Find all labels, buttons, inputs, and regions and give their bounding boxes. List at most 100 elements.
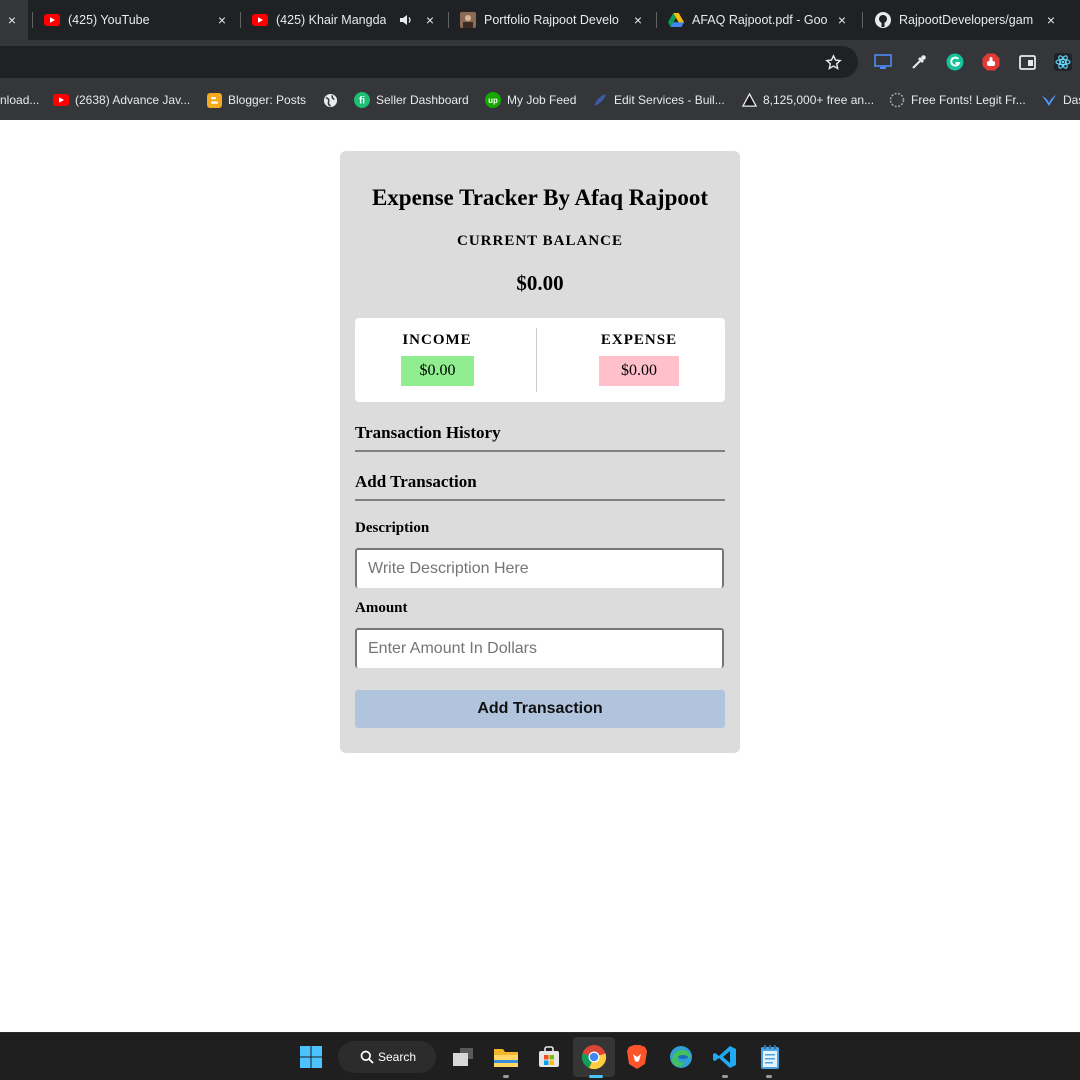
speaker-icon[interactable] — [398, 12, 414, 28]
edge-icon[interactable] — [666, 1042, 696, 1072]
tab-title: (425) YouTube — [68, 13, 150, 27]
bookmark-label: nload... — [0, 93, 40, 107]
bookmark-free-fonts[interactable]: Free Fonts! Legit Fr... — [889, 80, 1026, 120]
income-expense-divider — [536, 328, 537, 392]
bookmark-download[interactable]: nload... — [0, 80, 39, 120]
address-bar[interactable] — [0, 46, 858, 78]
expense-label: EXPENSE — [600, 332, 678, 348]
income-label: INCOME — [402, 332, 472, 348]
globe-icon — [322, 92, 338, 108]
bookmark-seller-dashboard[interactable]: fi Seller Dashboard — [354, 80, 469, 120]
notepad-icon[interactable] — [755, 1042, 785, 1072]
bookmark-blogger[interactable]: Blogger: Posts — [206, 80, 306, 120]
tab-github[interactable]: RajpootDevelopers/gam × — [875, 0, 1059, 40]
add-transaction-heading: Add Transaction — [355, 472, 725, 501]
close-icon[interactable]: × — [630, 12, 646, 28]
google-drive-icon — [668, 12, 684, 28]
close-icon[interactable]: × — [422, 12, 438, 28]
tab-separator — [240, 12, 241, 28]
tab-title: Portfolio Rajpoot Develo — [484, 13, 619, 27]
bookmark-globe[interactable] — [322, 80, 344, 120]
taskbar-search[interactable]: Search — [338, 1041, 436, 1073]
bookmark-label: Blogger: Posts — [228, 93, 307, 107]
close-icon[interactable]: × — [1043, 12, 1059, 28]
description-label: Description — [355, 520, 430, 536]
tab-title: (425) Khair Mangda | — [276, 13, 386, 27]
bookmarks-bar: nload... (2638) Advance Jav... Blogger: … — [0, 80, 1080, 120]
bookmark-edit-services[interactable]: Edit Services - Buil... — [592, 80, 725, 120]
file-explorer-icon[interactable] — [491, 1042, 521, 1072]
tab-youtube[interactable]: (425) YouTube × — [44, 0, 230, 40]
react-devtools-icon[interactable] — [1054, 53, 1072, 71]
tab-separator — [448, 12, 449, 28]
expense-value: $0.00 — [599, 356, 679, 386]
active-indicator — [589, 1075, 603, 1078]
search-label: Search — [378, 1050, 417, 1064]
bookmark-label: My Job Feed — [507, 93, 577, 107]
bookmark-job-feed[interactable]: up My Job Feed — [485, 80, 576, 120]
freepik-icon — [741, 92, 757, 108]
running-indicator — [722, 1075, 728, 1078]
svg-text:up: up — [488, 96, 498, 105]
blogger-icon — [206, 92, 222, 108]
fontspace-icon — [889, 92, 905, 108]
bookmark-label: Das — [1063, 93, 1080, 107]
tab-separator — [862, 12, 863, 28]
windows-taskbar: Search — [0, 1032, 1080, 1080]
add-transaction-button[interactable]: Add Transaction — [355, 690, 725, 728]
close-icon[interactable]: × — [834, 12, 850, 28]
microsoft-store-icon[interactable] — [534, 1042, 564, 1072]
github-icon — [875, 12, 891, 28]
bookmark-label: Free Fonts! Legit Fr... — [911, 93, 1026, 107]
income-value: $0.00 — [401, 356, 474, 386]
bookmark-star-icon[interactable] — [824, 53, 842, 71]
close-icon[interactable]: × — [214, 12, 230, 28]
search-icon — [360, 1050, 374, 1067]
bookmark-advance-java[interactable]: (2638) Advance Jav... — [53, 80, 190, 120]
description-input[interactable] — [355, 548, 724, 588]
youtube-icon — [252, 12, 268, 28]
tab-separator — [32, 12, 33, 28]
chrome-icon[interactable] — [579, 1042, 609, 1072]
brave-icon[interactable] — [622, 1042, 652, 1072]
browser-tab-strip: × (425) YouTube × (425) Khair Mangda | ×… — [0, 0, 1080, 40]
running-indicator — [503, 1075, 509, 1078]
bookmark-freepik[interactable]: 8,125,000+ free an... — [741, 80, 874, 120]
app-title: Expense Tracker By Afaq Rajpoot — [371, 185, 709, 210]
portrait-icon — [460, 12, 476, 28]
bookmark-label: (2638) Advance Jav... — [75, 93, 191, 107]
tab-title: RajpootDevelopers/gam — [899, 13, 1034, 27]
youtube-icon — [44, 12, 60, 28]
cast-icon[interactable] — [874, 53, 892, 71]
feather-icon — [592, 92, 608, 108]
tab-portfolio[interactable]: Portfolio Rajpoot Develo × — [460, 0, 646, 40]
windows-start-icon[interactable] — [296, 1042, 326, 1072]
bookmark-label: Seller Dashboard — [376, 93, 469, 107]
bookmark-label: 8,125,000+ free an... — [763, 93, 875, 107]
browser-toolbar — [0, 40, 1080, 84]
amount-input[interactable] — [355, 628, 724, 668]
close-icon[interactable]: × — [4, 12, 20, 28]
svg-text:fi: fi — [359, 96, 365, 107]
tab-khair-mangda[interactable]: (425) Khair Mangda | × — [252, 0, 438, 40]
adblock-icon[interactable] — [982, 53, 1000, 71]
bookmark-label: Edit Services - Buil... — [614, 93, 725, 107]
bird-icon — [1041, 92, 1057, 108]
eyedropper-icon[interactable] — [910, 53, 928, 71]
balance-value: $0.00 — [516, 271, 564, 295]
amount-label: Amount — [355, 600, 408, 616]
vscode-icon[interactable] — [710, 1042, 740, 1072]
tab-partial[interactable]: × — [0, 0, 22, 40]
transaction-history-heading: Transaction History — [355, 423, 725, 452]
tab-afaq-pdf[interactable]: AFAQ Rajpoot.pdf - Goo × — [668, 0, 850, 40]
task-view-icon[interactable] — [448, 1042, 478, 1072]
youtube-icon — [53, 92, 69, 108]
bookmark-dashboard[interactable]: Das — [1041, 80, 1080, 120]
fiverr-icon: fi — [354, 92, 370, 108]
tab-separator — [656, 12, 657, 28]
upwork-icon: up — [485, 92, 501, 108]
grammarly-icon[interactable] — [946, 53, 964, 71]
running-indicator — [766, 1075, 772, 1078]
side-panel-icon[interactable] — [1018, 53, 1036, 71]
balance-label: CURRENT BALANCE — [457, 233, 623, 249]
